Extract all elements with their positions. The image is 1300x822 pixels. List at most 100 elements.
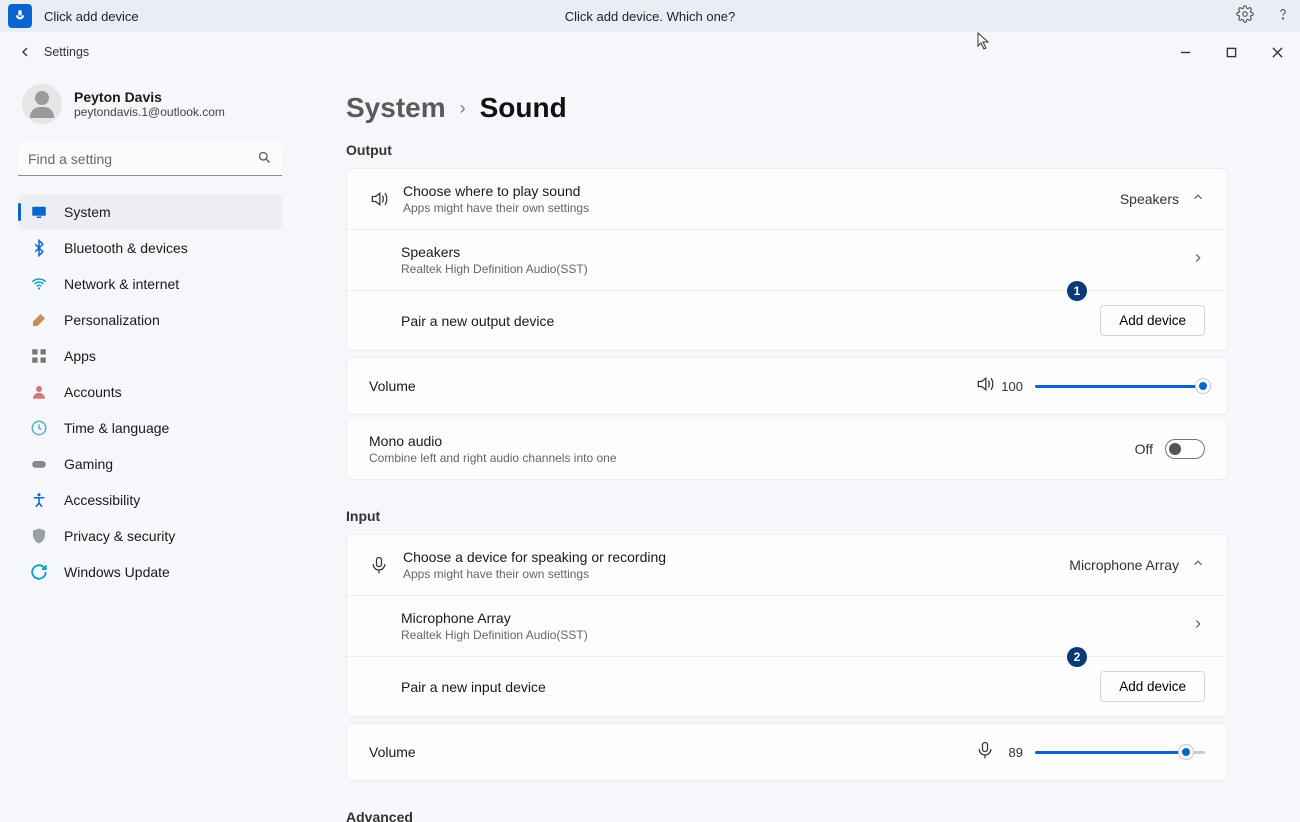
monitor-icon [28,201,50,223]
volume-value: 100 [995,379,1023,394]
sidebar-item-gaming[interactable]: Gaming [18,446,282,482]
search-box[interactable] [18,142,282,176]
step-badge-1: 1 [1067,281,1087,301]
device-detail: Realtek High Definition Audio(SST) [401,628,588,642]
profile-email: peytondavis.1@outlook.com [74,105,225,119]
input-device-row[interactable]: Microphone Array Realtek High Definition … [346,596,1228,657]
add-device-button-output[interactable]: Add device [1100,305,1205,336]
sidebar-item-label: Apps [64,348,96,364]
chevron-up-icon [1191,556,1205,575]
device-detail: Realtek High Definition Audio(SST) [401,262,588,276]
bluetooth-icon [28,237,50,259]
clock-icon [28,417,50,439]
sidebar-item-label: Personalization [64,312,160,328]
assistant-command: Click add device [44,9,139,24]
settings-gear-icon[interactable] [1236,5,1254,28]
profile-block[interactable]: Peyton Davis peytondavis.1@outlook.com [18,84,282,124]
microphone-icon [8,4,32,28]
sidebar-item-label: Accessibility [64,492,140,508]
section-title-advanced: Advanced [346,809,1228,822]
minimize-button[interactable] [1162,37,1208,67]
output-device-row[interactable]: Speakers Realtek High Definition Audio(SS… [346,230,1228,291]
output-volume-slider[interactable] [1035,378,1205,394]
chevron-right-icon: › [460,98,466,119]
sidebar-item-label: Bluetooth & devices [64,240,188,256]
input-choose-row[interactable]: Choose a device for speaking or recordin… [346,534,1228,596]
sidebar-item-privacy[interactable]: Privacy & security [18,518,282,554]
input-pair-row: 2 Pair a new input device Add device [346,657,1228,717]
row-title: Choose where to play sound [403,183,589,199]
assistant-bar: Click add device Click add device. Which… [0,0,1300,32]
input-device-value: Microphone Array [1069,557,1179,573]
breadcrumb-parent[interactable]: System [346,92,446,124]
help-icon[interactable] [1274,5,1292,28]
sidebar-item-network[interactable]: Network & internet [18,266,282,302]
sidebar-item-label: Windows Update [64,564,170,580]
breadcrumb: System › Sound [346,92,1228,124]
mono-state: Off [1135,441,1153,457]
mono-audio-row[interactable]: Mono audio Combine left and right audio c… [346,419,1228,480]
pair-label: Pair a new input device [401,679,546,695]
breadcrumb-current: Sound [480,92,567,124]
row-subtitle: Apps might have their own settings [403,567,666,581]
chevron-right-icon [1191,251,1205,270]
cursor-icon [976,32,990,55]
shield-icon [28,525,50,547]
sidebar-item-accessibility[interactable]: Accessibility [18,482,282,518]
speaker-icon[interactable] [975,374,995,399]
sidebar-item-label: Accounts [64,384,122,400]
sidebar-item-accounts[interactable]: Accounts [18,374,282,410]
output-device-value: Speakers [1120,191,1179,207]
close-button[interactable] [1254,37,1300,67]
volume-label: Volume [369,378,416,394]
pair-label: Pair a new output device [401,313,554,329]
output-volume-row: Volume 100 [346,357,1228,415]
maximize-button[interactable] [1208,37,1254,67]
sidebar-item-system[interactable]: System [18,194,282,230]
avatar-icon [22,84,62,124]
sidebar-item-time[interactable]: Time & language [18,410,282,446]
sidebar-item-update[interactable]: Windows Update [18,554,282,590]
step-badge-2: 2 [1067,647,1087,667]
microphone-icon [369,555,403,575]
wifi-icon [28,273,50,295]
volume-value: 89 [995,745,1023,760]
search-input[interactable] [18,142,282,176]
window-titlebar: Settings [0,32,1300,72]
input-volume-slider[interactable] [1035,744,1205,760]
accessibility-icon [28,489,50,511]
add-device-button-input[interactable]: Add device [1100,671,1205,702]
output-choose-row[interactable]: Choose where to play sound Apps might hav… [346,168,1228,230]
gamepad-icon [28,453,50,475]
sidebar-item-label: Time & language [64,420,169,436]
mono-title: Mono audio [369,433,617,449]
chevron-right-icon [1191,617,1205,636]
update-icon [28,561,50,583]
device-name: Microphone Array [401,610,588,626]
speaker-icon [369,189,403,209]
device-name: Speakers [401,244,588,260]
mono-subtitle: Combine left and right audio channels in… [369,451,617,465]
profile-name: Peyton Davis [74,89,225,105]
sidebar-item-label: Gaming [64,456,113,472]
assistant-question: Click add device. Which one? [565,9,736,24]
chevron-up-icon [1191,190,1205,209]
sidebar-item-apps[interactable]: Apps [18,338,282,374]
paintbrush-icon [28,309,50,331]
sidebar-item-label: System [64,204,111,220]
main-content: System › Sound Output Choose where to pl… [300,72,1300,822]
section-title-input: Input [346,508,1228,524]
sidebar-item-personalization[interactable]: Personalization [18,302,282,338]
search-icon [257,150,272,170]
apps-icon [28,345,50,367]
row-subtitle: Apps might have their own settings [403,201,589,215]
microphone-icon[interactable] [975,740,995,765]
sidebar-item-label: Privacy & security [64,528,175,544]
section-title-output: Output [346,142,1228,158]
sidebar-item-bluetooth[interactable]: Bluetooth & devices [18,230,282,266]
window-title: Settings [44,45,89,59]
back-button[interactable] [10,44,40,60]
row-title: Choose a device for speaking or recordin… [403,549,666,565]
mono-audio-toggle[interactable] [1165,439,1205,459]
sidebar: Peyton Davis peytondavis.1@outlook.com S… [0,72,300,822]
